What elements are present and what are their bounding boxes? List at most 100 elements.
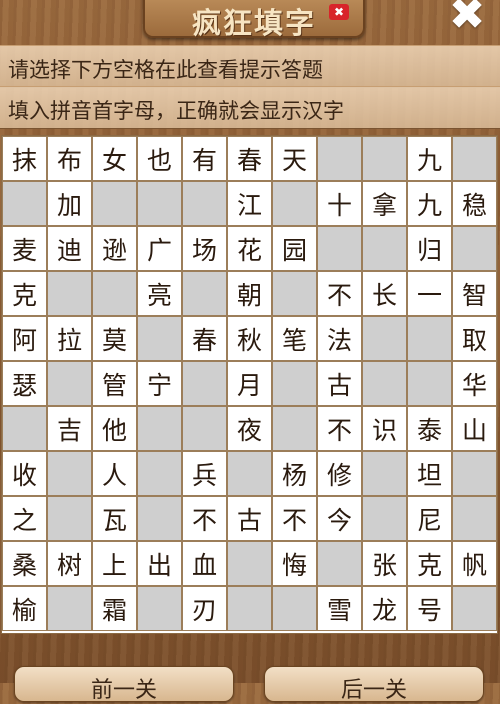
char-cell[interactable]: 克 [407,541,452,586]
char-cell[interactable]: 榆 [2,586,47,631]
char-cell[interactable]: 古 [227,496,272,541]
hint-text-1: 请选择下方空格在此查看提示答题 [8,58,323,82]
char-cell[interactable]: 帆 [452,541,497,586]
char-cell[interactable]: 不 [272,496,317,541]
blank-cell [407,316,452,361]
char-cell[interactable]: 吉 [47,406,92,451]
char-cell[interactable]: 不 [182,496,227,541]
blank-cell [2,181,47,226]
char-cell[interactable]: 取 [452,316,497,361]
char-cell[interactable]: 瑟 [2,361,47,406]
char-cell[interactable]: 法 [317,316,362,361]
char-cell[interactable]: 花 [227,226,272,271]
char-cell[interactable]: 阿 [2,316,47,361]
char-cell[interactable]: 宁 [137,361,182,406]
char-cell[interactable]: 亮 [137,271,182,316]
blank-cell [272,271,317,316]
char-cell[interactable]: 春 [227,136,272,181]
char-cell[interactable]: 十 [317,181,362,226]
char-cell[interactable]: 兵 [182,451,227,496]
char-cell[interactable]: 智 [452,271,497,316]
char-cell[interactable]: 江 [227,181,272,226]
char-cell[interactable]: 泰 [407,406,452,451]
blank-cell [362,136,407,181]
char-cell[interactable]: 管 [92,361,137,406]
char-cell[interactable]: 归 [407,226,452,271]
char-cell[interactable]: 秋 [227,316,272,361]
char-cell[interactable]: 张 [362,541,407,586]
char-cell[interactable]: 克 [2,271,47,316]
char-cell[interactable]: 上 [92,541,137,586]
char-cell[interactable]: 刃 [182,586,227,631]
blank-cell [362,361,407,406]
char-cell[interactable]: 场 [182,226,227,271]
char-cell[interactable]: 之 [2,496,47,541]
char-cell[interactable]: 笔 [272,316,317,361]
char-cell[interactable]: 女 [92,136,137,181]
blank-cell [452,136,497,181]
char-cell[interactable]: 收 [2,451,47,496]
char-cell[interactable]: 不 [317,406,362,451]
char-cell[interactable]: 山 [452,406,497,451]
blank-cell [137,406,182,451]
char-cell[interactable]: 朝 [227,271,272,316]
char-cell[interactable]: 稳 [452,181,497,226]
char-cell[interactable]: 逊 [92,226,137,271]
blank-cell [362,451,407,496]
char-cell[interactable]: 他 [92,406,137,451]
title-badge-icon: ✖ [329,4,349,20]
char-cell[interactable]: 九 [407,136,452,181]
char-cell[interactable]: 血 [182,541,227,586]
char-cell[interactable]: 龙 [362,586,407,631]
char-cell[interactable]: 加 [47,181,92,226]
char-cell[interactable]: 也 [137,136,182,181]
char-cell[interactable]: 号 [407,586,452,631]
blank-cell [182,181,227,226]
blank-cell [362,226,407,271]
blank-cell [47,496,92,541]
char-cell[interactable]: 天 [272,136,317,181]
char-cell[interactable]: 九 [407,181,452,226]
close-button[interactable]: ✖ [444,0,490,37]
char-cell[interactable]: 瓦 [92,496,137,541]
char-cell[interactable]: 人 [92,451,137,496]
char-cell[interactable]: 拉 [47,316,92,361]
char-cell[interactable]: 抹 [2,136,47,181]
char-cell[interactable]: 麦 [2,226,47,271]
char-cell[interactable]: 长 [362,271,407,316]
char-cell[interactable]: 杨 [272,451,317,496]
char-cell[interactable]: 树 [47,541,92,586]
char-cell[interactable]: 迪 [47,226,92,271]
char-cell[interactable]: 春 [182,316,227,361]
char-cell[interactable]: 有 [182,136,227,181]
char-cell[interactable]: 夜 [227,406,272,451]
char-cell[interactable]: 尼 [407,496,452,541]
char-cell[interactable]: 一 [407,271,452,316]
blank-cell [407,361,452,406]
blank-cell [362,496,407,541]
char-cell[interactable]: 坦 [407,451,452,496]
char-cell[interactable]: 园 [272,226,317,271]
char-cell[interactable]: 出 [137,541,182,586]
char-cell[interactable]: 古 [317,361,362,406]
next-level-button[interactable]: 后一关 [264,666,484,703]
char-cell[interactable]: 修 [317,451,362,496]
blank-cell [452,451,497,496]
char-cell[interactable]: 月 [227,361,272,406]
blank-cell [137,496,182,541]
char-cell[interactable]: 莫 [92,316,137,361]
char-cell[interactable]: 雪 [317,586,362,631]
prev-level-button[interactable]: 前一关 [14,666,234,703]
blank-cell [272,586,317,631]
char-cell[interactable]: 今 [317,496,362,541]
char-cell[interactable]: 桑 [2,541,47,586]
char-cell[interactable]: 广 [137,226,182,271]
char-cell[interactable]: 布 [47,136,92,181]
char-cell[interactable]: 霜 [92,586,137,631]
char-cell[interactable]: 不 [317,271,362,316]
char-cell[interactable]: 拿 [362,181,407,226]
char-cell[interactable]: 悔 [272,541,317,586]
char-cell[interactable]: 识 [362,406,407,451]
char-cell[interactable]: 华 [452,361,497,406]
blank-cell [227,541,272,586]
